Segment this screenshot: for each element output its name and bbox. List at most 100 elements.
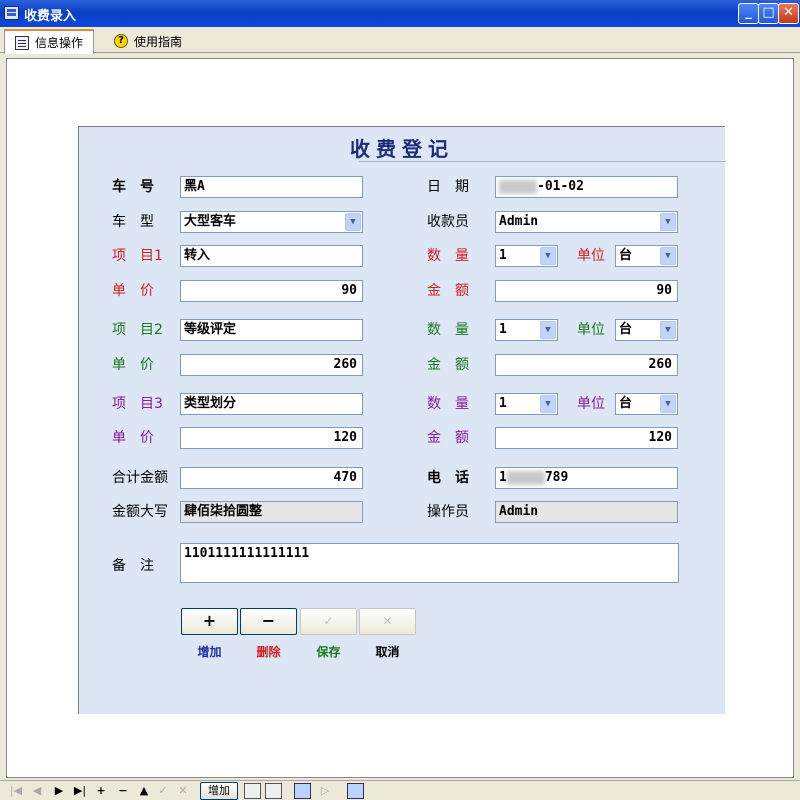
price1-label: 单 价: [112, 283, 154, 299]
qty1-label: 数 量: [427, 248, 469, 264]
navigator-toolbar: |◀ ◀ ▶ ▶| + − ▲ ✓ ✕ 增加 ▷: [0, 780, 800, 800]
cancel-label: 取消: [375, 645, 400, 659]
qty2-label: 数 量: [427, 322, 469, 338]
chevron-down-icon[interactable]: ▼: [345, 213, 361, 231]
edit-icon[interactable]: ▲: [137, 783, 151, 799]
unit2-label: 单位: [577, 322, 605, 338]
vehicle-type-select[interactable]: 大型客车 ▼: [180, 211, 363, 233]
form-title: 收费登记: [350, 137, 454, 161]
save-button[interactable]: ✓: [300, 608, 357, 635]
post-icon[interactable]: ✓: [156, 783, 170, 799]
cashier-value: Admin: [499, 214, 539, 229]
delete-label: 删除: [256, 645, 281, 659]
cashier-label: 收款员: [427, 214, 469, 230]
help-icon: ?: [114, 34, 128, 48]
item2-label: 项 目2: [112, 322, 163, 338]
phone-field[interactable]: 1 789: [495, 467, 678, 489]
item3-label: 项 目3: [112, 396, 163, 412]
remark-label: 备 注: [112, 558, 154, 574]
print-icon[interactable]: [244, 783, 261, 799]
delete-button[interactable]: −: [240, 608, 297, 635]
zoom-icon[interactable]: [294, 783, 311, 799]
close-button[interactable]: ✕: [778, 3, 799, 24]
tab-label: 信息操作: [35, 36, 84, 50]
amount1-label: 金 额: [427, 283, 469, 299]
window-title: 收费录入: [24, 9, 77, 24]
date-value: -01-02: [537, 179, 584, 194]
tab-label: 使用指南: [134, 34, 183, 49]
operator-field: Admin: [495, 501, 678, 523]
amount3-label: 金 额: [427, 430, 469, 446]
remark-textarea[interactable]: 1101111111111111: [180, 543, 679, 583]
date-field[interactable]: -01-02: [495, 176, 678, 198]
amount2-label: 金 额: [427, 357, 469, 373]
price2-field[interactable]: 260: [180, 354, 363, 376]
unit2-select[interactable]: 台 ▼: [615, 319, 678, 341]
save-label: 保存: [316, 645, 341, 659]
vehicle-type-label: 车 型: [112, 214, 154, 230]
last-record-icon[interactable]: ▶|: [72, 783, 88, 799]
search-icon[interactable]: [347, 783, 364, 799]
unit1-value: 台: [619, 248, 633, 263]
unit2-value: 台: [619, 322, 633, 337]
chevron-down-icon[interactable]: ▼: [540, 395, 556, 413]
tab-user-guide[interactable]: ? 使用指南: [104, 29, 192, 53]
minimize-button[interactable]: _: [738, 3, 759, 24]
first-record-icon[interactable]: |◀: [8, 783, 24, 799]
price3-field[interactable]: 120: [180, 427, 363, 449]
vehicle-type-value: 大型客车: [184, 214, 237, 229]
delete-record-icon[interactable]: −: [116, 783, 130, 799]
unit1-label: 单位: [577, 248, 605, 264]
book-icon: [15, 35, 29, 50]
chevron-down-icon[interactable]: ▼: [540, 321, 556, 339]
cancel-button[interactable]: ✕: [359, 608, 416, 635]
tab-info-operation[interactable]: 信息操作: [4, 29, 95, 54]
phone-label: 电 话: [427, 470, 469, 486]
item2-field[interactable]: 等级评定: [180, 319, 363, 341]
qty3-value: 1: [499, 396, 507, 411]
fee-form: 收费登记 车 号 黑A 日 期 -01-02 车 型 大型客车 ▼ 收款员 Adm…: [78, 126, 726, 714]
play-icon[interactable]: ▷: [318, 783, 332, 799]
amount2-field[interactable]: 260: [495, 354, 678, 376]
redacted-block: [506, 470, 545, 485]
unit3-select[interactable]: 台 ▼: [615, 393, 678, 415]
price1-field[interactable]: 90: [180, 280, 363, 302]
price2-label: 单 价: [112, 357, 154, 373]
plate-label: 车 号: [112, 179, 154, 195]
toolbar-add-button[interactable]: 增加: [200, 782, 238, 800]
unit3-value: 台: [619, 396, 633, 411]
chevron-down-icon[interactable]: ▼: [660, 395, 676, 413]
amount3-field[interactable]: 120: [495, 427, 678, 449]
plate-field[interactable]: 黑A: [180, 176, 363, 198]
chevron-down-icon[interactable]: ▼: [660, 247, 676, 265]
phone-prefix: 1: [499, 470, 507, 485]
qty3-select[interactable]: 1 ▼: [495, 393, 558, 415]
maximize-button[interactable]: □: [758, 3, 779, 24]
phone-suffix: 789: [544, 470, 569, 485]
next-record-icon[interactable]: ▶: [52, 783, 66, 799]
chevron-down-icon[interactable]: ▼: [660, 213, 676, 231]
qty2-value: 1: [499, 322, 507, 337]
add-label: 增加: [197, 645, 222, 659]
total-words-field: 肆佰柒拾圆整: [180, 501, 363, 523]
qty2-select[interactable]: 1 ▼: [495, 319, 558, 341]
unit1-select[interactable]: 台 ▼: [615, 245, 678, 267]
date-label: 日 期: [427, 179, 469, 195]
add-button[interactable]: +: [181, 608, 238, 635]
chevron-down-icon[interactable]: ▼: [660, 321, 676, 339]
cancel-edit-icon[interactable]: ✕: [176, 783, 190, 799]
prev-record-icon[interactable]: ◀: [30, 783, 44, 799]
print-preview-icon[interactable]: [265, 783, 282, 799]
qty1-select[interactable]: 1 ▼: [495, 245, 558, 267]
item1-field[interactable]: 转入: [180, 245, 363, 267]
cashier-select[interactable]: Admin ▼: [495, 211, 678, 233]
redacted-block: [499, 179, 537, 194]
total-field[interactable]: 470: [180, 467, 363, 489]
insert-icon[interactable]: +: [94, 783, 108, 799]
qty1-value: 1: [499, 248, 507, 263]
operator-label: 操作员: [427, 504, 469, 520]
chevron-down-icon[interactable]: ▼: [540, 247, 556, 265]
item3-field[interactable]: 类型划分: [180, 393, 363, 415]
amount1-field[interactable]: 90: [495, 280, 678, 302]
item1-label: 项 目1: [112, 248, 163, 264]
